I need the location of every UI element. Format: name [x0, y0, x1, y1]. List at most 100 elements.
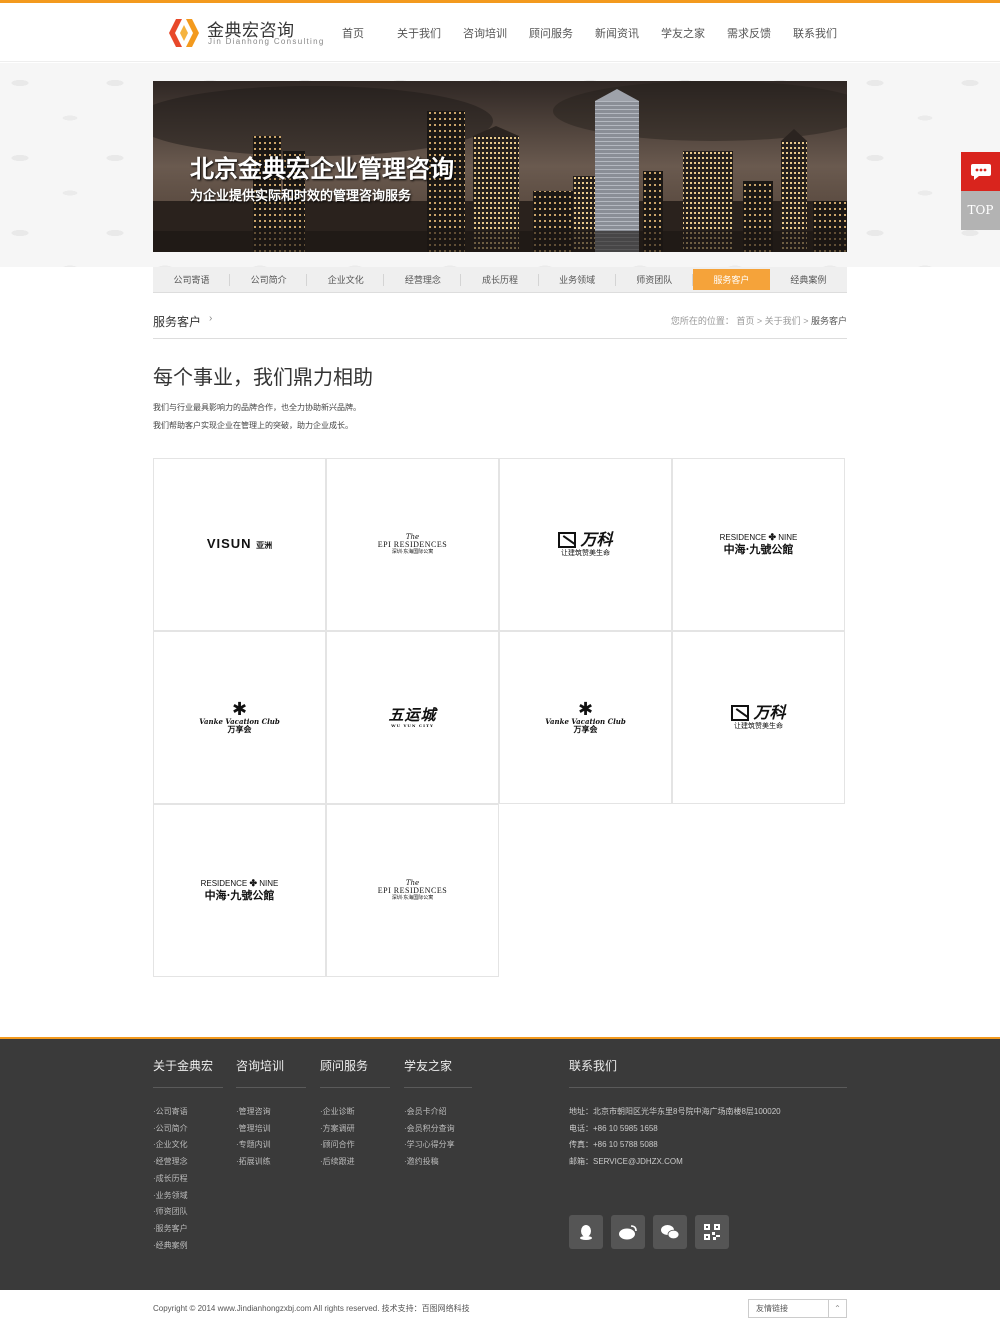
nav-consulting-training[interactable]: 咨询培训 [452, 6, 518, 62]
subnav-profile[interactable]: 公司简介 [230, 267, 308, 292]
nav-news[interactable]: 新闻资讯 [584, 6, 650, 62]
footer-link[interactable]: ·拓展训练 [236, 1154, 306, 1171]
wuyun-logo: 五运城 WU YUN CITY [388, 707, 436, 728]
footer-link[interactable]: ·业务领域 [153, 1188, 223, 1205]
footer-link[interactable]: ·顾问合作 [320, 1137, 390, 1154]
nav-home[interactable]: 首页 [320, 6, 386, 62]
wechat-button[interactable] [653, 1215, 687, 1249]
logo-mark-icon [169, 19, 199, 47]
footer-link[interactable]: ·邀约投稿 [404, 1154, 472, 1171]
subnav-team[interactable]: 师资团队 [616, 267, 693, 292]
client-logo-residence-nine[interactable]: RESIDENCE ✤ NINE 中海·九號公館 [153, 804, 326, 977]
subnav-clients[interactable]: 服务客户 [692, 269, 770, 290]
subnav-message[interactable]: 公司寄语 [153, 267, 231, 292]
breadcrumb-home[interactable]: 首页 [736, 316, 754, 326]
page-headline: 每个事业，我们鼎力相助 [153, 367, 373, 389]
client-logo-vanke[interactable]: 万科 让建筑赞美生命 [499, 458, 672, 631]
residence-nine-logo: RESIDENCE ✤ NINE 中海·九號公館 [719, 532, 798, 556]
footer-link[interactable]: ·后续跟进 [320, 1154, 390, 1171]
footer-link[interactable]: ·专题内训 [236, 1137, 306, 1154]
chevron-up-icon: ⌃ [828, 1300, 846, 1317]
residence-nine-logo: RESIDENCE ✤ NINE 中海·九號公館 [200, 878, 279, 902]
breadcrumb-about[interactable]: 关于我们 [765, 316, 801, 326]
footer-link[interactable]: ·经典案例 [153, 1238, 223, 1255]
online-message-button[interactable] [961, 152, 1000, 191]
intro-line: 我们帮助客户实现企业在管理上的突破，助力企业成长。 [153, 421, 353, 430]
footer-link[interactable]: ·公司简介 [153, 1121, 223, 1138]
client-logo-visun[interactable]: VISUN 亚洲 [153, 458, 326, 631]
site-logo[interactable]: 金典宏咨询 Jin Dianhong Consulting [167, 15, 323, 51]
subnav-culture[interactable]: 企业文化 [307, 267, 385, 292]
club-cn: 万享会 [573, 724, 598, 734]
footer-link[interactable]: ·管理咨询 [236, 1104, 306, 1121]
back-to-top-button[interactable]: TOP [961, 191, 1000, 230]
footer-col-title: 联系我们 [569, 1058, 847, 1088]
footer-col-consulting: 咨询培训 ·管理咨询 ·管理培训 ·专题内训 ·拓展训练 [236, 1058, 306, 1171]
footer-link[interactable]: ·师资团队 [153, 1204, 223, 1221]
qrcode-button[interactable] [695, 1215, 729, 1249]
residence-left: RESIDENCE [200, 879, 248, 888]
weibo-button[interactable] [611, 1215, 645, 1249]
footer-col-about: 关于金典宏 ·公司寄语 ·公司简介 ·企业文化 ·经营理念 ·成长历程 ·业务领… [153, 1058, 223, 1254]
contact-phone: 电话：+86 10 5985 1658 [569, 1123, 658, 1133]
epi-sub: 深圳·东海国际公寓 [391, 548, 434, 555]
nav-alumni[interactable]: 学友之家 [650, 6, 716, 62]
weibo-icon [619, 1225, 637, 1240]
client-logo-residence-nine[interactable]: RESIDENCE ✤ NINE 中海·九號公館 [672, 458, 845, 631]
residence-left: RESIDENCE [719, 533, 767, 542]
footer-link[interactable]: ·方案调研 [320, 1121, 390, 1138]
footer-contact: 联系我们 地址：北京市朝阳区光华东里8号院中海广场南楼8层100020 电话：+… [569, 1058, 847, 1171]
residence-main: 中海·九號公館 [204, 888, 275, 902]
friend-links-select[interactable]: 友情链接 ⌃ [748, 1299, 847, 1318]
site-footer: 关于金典宏 ·公司寄语 ·公司简介 ·企业文化 ·经营理念 ·成长历程 ·业务领… [0, 1037, 1000, 1290]
footer-link[interactable]: ·成长历程 [153, 1171, 223, 1188]
wuyun-name: 五运城 [388, 706, 437, 725]
footer-link[interactable]: ·公司寄语 [153, 1104, 223, 1121]
section-header: 服务客户 › 您所在的位置： 首页 > 关于我们 > 服务客户 [153, 309, 847, 339]
intro-line: 我们与行业最具影响力的品牌合作，也全力协助新兴品牌。 [153, 403, 361, 412]
footer-link[interactable]: ·会员积分查询 [404, 1121, 472, 1138]
site-header: 金典宏咨询 Jin Dianhong Consulting 首页 关于我们 咨询… [0, 3, 1000, 62]
client-logo-grid: VISUN 亚洲 The EPI RESIDENCES 深圳·东海国际公寓 万科… [153, 458, 845, 977]
about-subnav: 公司寄语 公司简介 企业文化 经营理念 成长历程 业务领域 师资团队 服务客户 … [153, 267, 847, 293]
client-logo-vanke-vacation-club[interactable]: ✱ Vanke Vacation Club 万享会 [153, 631, 326, 804]
client-logo-vanke-vacation-club[interactable]: ✱ Vanke Vacation Club 万享会 [499, 631, 672, 804]
subnav-history[interactable]: 成长历程 [461, 267, 539, 292]
nav-contact[interactable]: 联系我们 [782, 6, 848, 62]
visun-cn: 亚洲 [256, 541, 273, 551]
footer-col-alumni: 学友之家 ·会员卡介绍 ·会员积分查询 ·学习心得分享 ·邀约投稿 [404, 1058, 472, 1171]
subnav-cases[interactable]: 经典案例 [770, 267, 847, 292]
client-logo-epi-residences[interactable]: The EPI RESIDENCES 深圳·东海国际公寓 [326, 458, 499, 631]
qrcode-icon [704, 1224, 720, 1240]
banner-subtitle: 为企业提供实际和时效的管理咨询服务 [190, 188, 412, 203]
contact-fax: 传真：+86 10 5788 5088 [569, 1140, 658, 1150]
footer-link[interactable]: ·企业文化 [153, 1137, 223, 1154]
club-mark-icon: ✱ [231, 699, 248, 720]
footer-link[interactable]: ·企业诊断 [320, 1104, 390, 1121]
nav-advisory[interactable]: 顾问服务 [518, 6, 584, 62]
breadcrumb-separator: > [756, 316, 763, 326]
breadcrumb: 您所在的位置： 首页 > 关于我们 > 服务客户 [671, 314, 847, 327]
client-logo-epi-residences[interactable]: The EPI RESIDENCES 深圳·东海国际公寓 [326, 804, 499, 977]
qq-button[interactable] [569, 1215, 603, 1249]
friend-links-label: 友情链接 [756, 1304, 788, 1313]
client-logo-wuyun-city[interactable]: 五运城 WU YUN CITY [326, 631, 499, 804]
footer-link[interactable]: ·服务客户 [153, 1221, 223, 1238]
subnav-philosophy[interactable]: 经营理念 [384, 267, 462, 292]
wuyun-sub: WU YUN CITY [391, 722, 434, 728]
client-logo-vanke[interactable]: 万科 让建筑赞美生命 [672, 631, 845, 804]
footer-link[interactable]: ·经营理念 [153, 1154, 223, 1171]
vanke-logo: 万科 让建筑赞美生命 [731, 704, 786, 730]
nav-feedback[interactable]: 需求反馈 [716, 6, 782, 62]
breadcrumb-current: 服务客户 [810, 316, 847, 326]
vanke-logo: 万科 让建筑赞美生命 [558, 531, 613, 557]
footer-link[interactable]: ·学习心得分享 [404, 1137, 472, 1154]
epi-sub: 深圳·东海国际公寓 [391, 894, 434, 901]
footer-col-advisory: 顾问服务 ·企业诊断 ·方案调研 ·顾问合作 ·后续跟进 [320, 1058, 390, 1171]
subnav-business[interactable]: 业务领域 [539, 267, 616, 292]
footer-link[interactable]: ·管理培训 [236, 1121, 306, 1138]
nav-about[interactable]: 关于我们 [386, 6, 452, 62]
footer-link[interactable]: ·会员卡介绍 [404, 1104, 472, 1121]
footer-col-title: 咨询培训 [236, 1058, 306, 1088]
contact-address: 地址：北京市朝阳区光华东里8号院中海广场南楼8层100020 [569, 1107, 781, 1116]
